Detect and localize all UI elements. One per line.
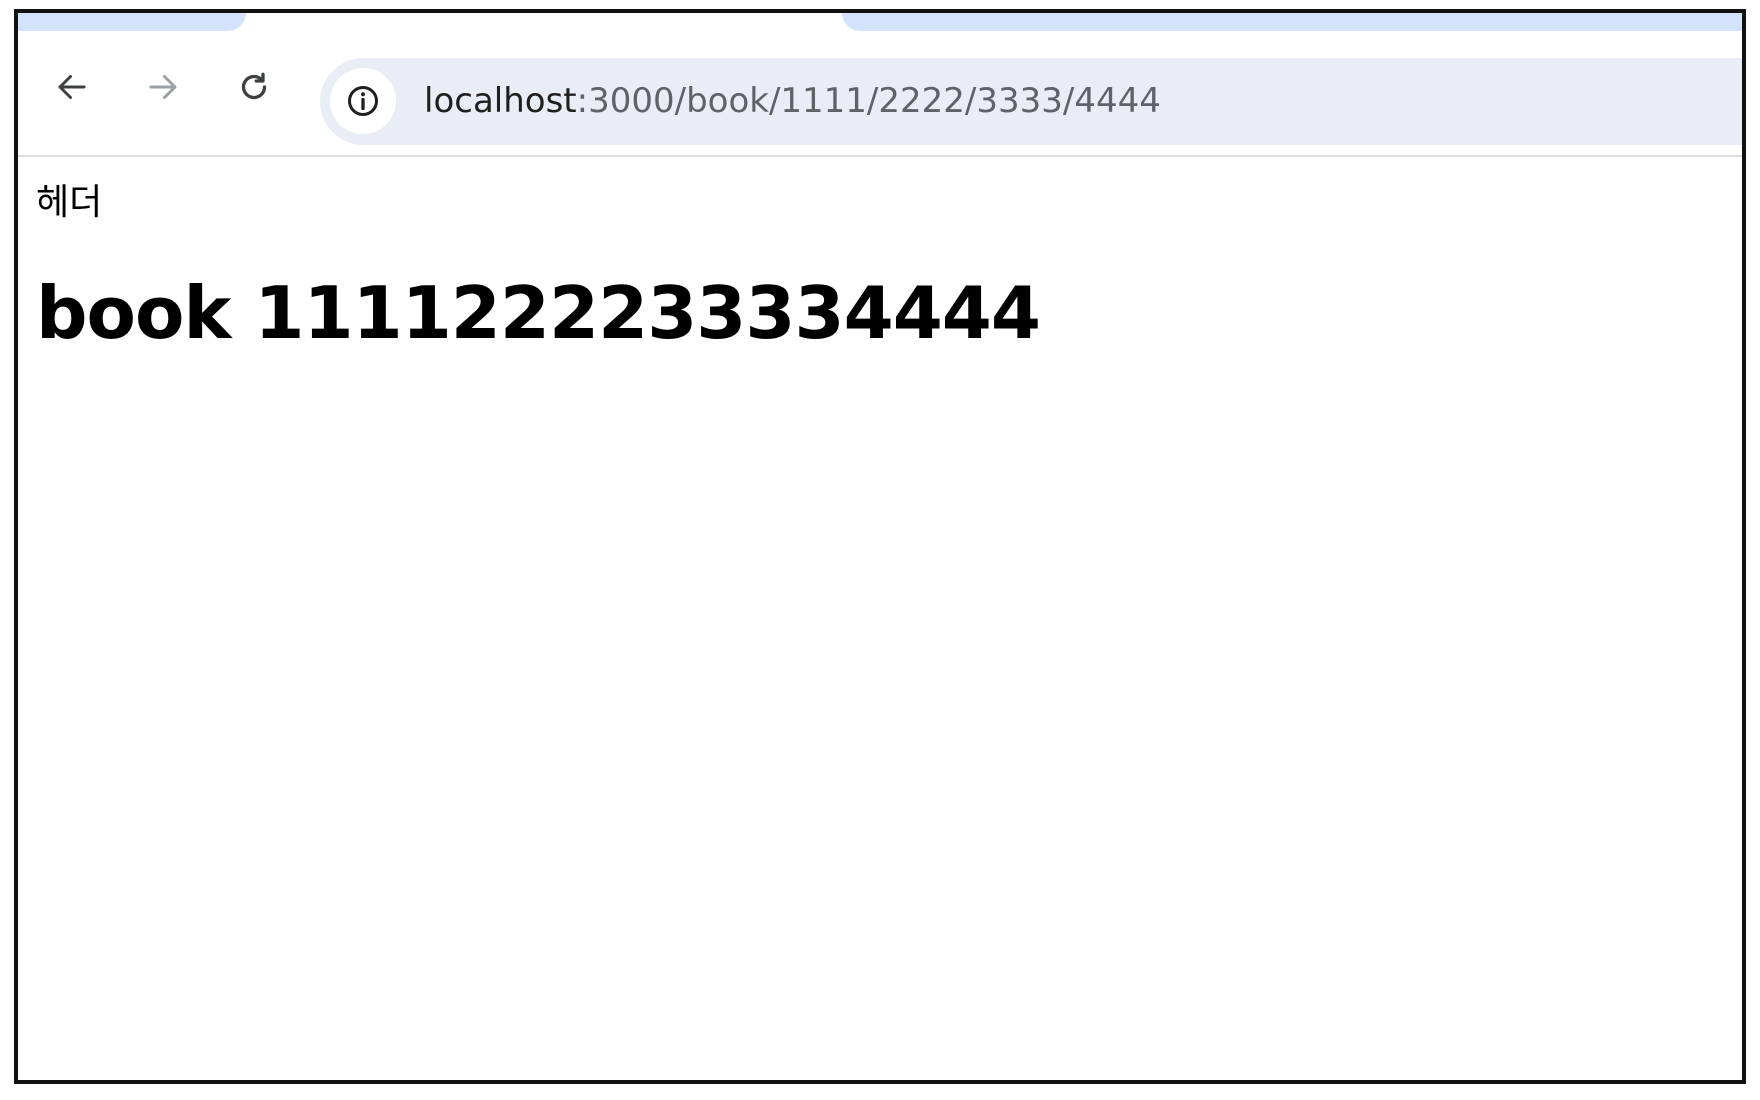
info-circle-icon bbox=[348, 86, 378, 116]
url-path: :3000/book/1111/2222/3333/4444 bbox=[576, 81, 1161, 121]
site-info-button[interactable] bbox=[330, 68, 396, 134]
tab-left[interactable] bbox=[18, 13, 246, 31]
arrow-right-icon bbox=[149, 75, 177, 99]
page-header-text: 헤더 bbox=[36, 182, 103, 223]
url-text[interactable]: localhost:3000/book/1111/2222/3333/4444 bbox=[424, 58, 1161, 145]
back-button[interactable] bbox=[44, 59, 100, 115]
arrow-left-icon bbox=[58, 75, 86, 99]
page-content: 헤더 book 1111222233334444 bbox=[18, 157, 1742, 1080]
reload-icon bbox=[241, 72, 267, 100]
browser-window: localhost:3000/book/1111/2222/3333/4444 … bbox=[14, 9, 1746, 1084]
tab-strip bbox=[18, 13, 1742, 35]
url-host: localhost bbox=[424, 81, 577, 121]
tab-right[interactable] bbox=[842, 13, 1742, 31]
reload-button[interactable] bbox=[226, 59, 282, 115]
page-title: book 1111222233334444 bbox=[36, 271, 1041, 355]
forward-button[interactable] bbox=[135, 59, 191, 115]
browser-toolbar: localhost:3000/book/1111/2222/3333/4444 bbox=[18, 35, 1742, 157]
address-bar[interactable]: localhost:3000/book/1111/2222/3333/4444 bbox=[320, 58, 1742, 145]
